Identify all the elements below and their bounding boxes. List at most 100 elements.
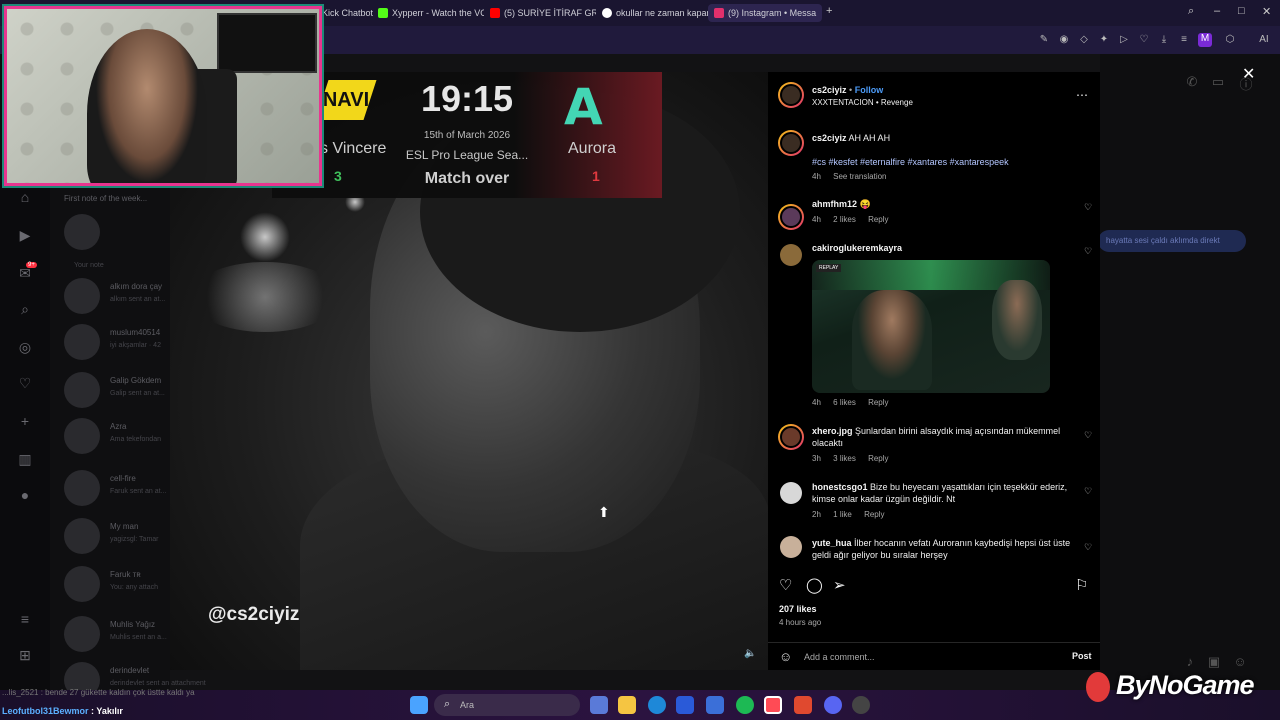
maximize-icon[interactable]: □	[1238, 5, 1245, 17]
caption-username[interactable]: cs2ciyiz	[812, 133, 847, 143]
reply-button[interactable]: Reply	[868, 398, 888, 407]
reply-button[interactable]: Reply	[868, 215, 888, 224]
share-icon[interactable]: ➢	[833, 576, 846, 594]
discord-icon[interactable]	[824, 696, 842, 714]
comment-likes[interactable]: 6 likes	[833, 398, 856, 407]
shield-icon[interactable]: ◇	[1078, 34, 1090, 46]
new-tab-plus-icon[interactable]: +	[826, 5, 832, 17]
list-item[interactable]: My man yagizsgl: Tamar	[64, 516, 174, 556]
like-comment-heart-icon[interactable]: ♡	[1084, 430, 1092, 441]
list-item[interactable]: Azra Ama tekefondan	[64, 416, 174, 456]
caption-avatar[interactable]	[778, 130, 804, 156]
see-translation-link[interactable]: See translation	[833, 172, 886, 181]
app-icon[interactable]	[590, 696, 608, 714]
comment-username[interactable]: honestcsgo1	[812, 482, 868, 492]
save-bookmark-icon[interactable]: ⚐	[1075, 576, 1088, 594]
reply-button[interactable]: Reply	[864, 510, 884, 519]
tab-suriye-itiraf[interactable]: (5) SURİYE İTİRAF GRUPLA	[484, 4, 596, 22]
comment-likes[interactable]: 3 likes	[833, 454, 856, 463]
tab-okullar[interactable]: okullar ne zaman kapanıy	[596, 4, 708, 22]
tab-xypperr-vod[interactable]: Xypperr - Watch the VOD	[372, 4, 484, 22]
comment-username[interactable]: yute_hua	[812, 538, 852, 548]
like-comment-heart-icon[interactable]: ♡	[1084, 202, 1092, 213]
opera-gx-icon[interactable]	[764, 696, 782, 714]
comment-username[interactable]: cakiroglukeremkayra	[812, 243, 902, 253]
play-icon[interactable]: ▷	[1118, 34, 1130, 46]
minimize-icon[interactable]: –	[1214, 5, 1220, 17]
like-comment-heart-icon[interactable]: ♡	[1084, 486, 1092, 497]
camera-icon[interactable]: ◉	[1058, 34, 1070, 46]
edit-icon[interactable]: ✎	[1038, 34, 1050, 46]
video-call-icon[interactable]: ▭	[1210, 74, 1226, 90]
comment-image[interactable]: REPLAY	[812, 260, 1050, 393]
extension-icon[interactable]: ✦	[1098, 34, 1110, 46]
list-item[interactable]: Galip Gökdem Galip sent an at...	[64, 370, 174, 410]
comment-username[interactable]: ahmfhm12	[812, 199, 857, 209]
windows-start-icon[interactable]	[410, 696, 428, 714]
explore-icon[interactable]: ◎	[16, 338, 34, 356]
follow-button[interactable]: Follow	[855, 85, 884, 95]
store-icon[interactable]	[676, 696, 694, 714]
bynogame-mark-icon	[1086, 672, 1110, 702]
search-icon[interactable]: ⌕	[1188, 5, 1194, 18]
audio-track[interactable]: XXXTENTACION • Revenge	[812, 97, 913, 109]
comment-likes[interactable]: 1 like	[833, 510, 852, 519]
download-icon[interactable]: ⤓	[1158, 34, 1170, 46]
dm-preview: Galip sent an at...	[110, 390, 165, 397]
comment-likes[interactable]: 2 likes	[833, 215, 856, 224]
tab-instagram[interactable]: (9) Instagram • Messa	[708, 4, 822, 22]
emoji-icon[interactable]: ☺	[779, 649, 792, 664]
comment-icon[interactable]: ◯	[806, 576, 823, 594]
mail-icon[interactable]	[706, 696, 724, 714]
profile-icon[interactable]: ●	[16, 486, 34, 504]
menu-icon[interactable]: ≡	[1178, 34, 1190, 46]
home-icon[interactable]: ⌂	[16, 188, 34, 206]
reels-icon[interactable]: ▶	[16, 226, 34, 244]
caption-hashtags[interactable]: #cs #kesfet #eternalfire #xantares #xant…	[812, 156, 1082, 168]
author-avatar[interactable]	[778, 82, 804, 108]
comment-username[interactable]: xhero.jpg	[812, 426, 853, 436]
like-comment-heart-icon[interactable]: ♡	[1084, 542, 1092, 553]
list-item[interactable]: Muhlis Yağız Muhlis sent an a...	[64, 614, 174, 654]
mute-icon[interactable]: 🔈	[744, 648, 756, 659]
apps-icon[interactable]: ⊞	[16, 646, 34, 664]
default-avatar-icon[interactable]	[780, 482, 802, 504]
like-heart-icon[interactable]: ♡	[779, 576, 792, 594]
comment-avatar[interactable]	[780, 536, 802, 558]
more-options-icon[interactable]: ⋯	[1076, 88, 1088, 102]
notifications-heart-icon[interactable]: ♡	[16, 374, 34, 392]
list-item[interactable]: alkım dora çay alkım sent an at...	[64, 276, 174, 316]
list-item[interactable]: First note of the week... Your note	[64, 194, 174, 269]
comment-avatar[interactable]	[778, 424, 804, 450]
more-menu-icon[interactable]: ≡	[16, 610, 34, 628]
comment-avatar[interactable]	[780, 244, 802, 266]
reply-button[interactable]: Reply	[868, 454, 888, 463]
tab-kick-chatbot[interactable]: Kick Chatbot	[316, 4, 374, 22]
edge-icon[interactable]	[648, 696, 666, 714]
obs-icon[interactable]	[852, 696, 870, 714]
spotify-icon[interactable]	[736, 696, 754, 714]
like-comment-heart-icon[interactable]: ♡	[1084, 246, 1092, 257]
comment-avatar[interactable]	[778, 204, 804, 230]
list-item[interactable]: Faruk ᴛʀ You: any attach	[64, 564, 174, 604]
create-plus-icon[interactable]: +	[16, 412, 34, 430]
profile-avatar-icon[interactable]: M	[1198, 33, 1212, 47]
close-window-icon[interactable]: ✕	[1262, 5, 1271, 18]
comment-input[interactable]	[804, 650, 1044, 664]
close-modal-icon[interactable]: ✕	[1242, 64, 1255, 84]
app-icon[interactable]	[794, 696, 812, 714]
caption-text: AH AH AH	[848, 133, 891, 143]
file-explorer-icon[interactable]	[618, 696, 636, 714]
post-comment-button[interactable]: Post	[1072, 651, 1092, 661]
list-item[interactable]: cell-fire Faruk sent an at...	[64, 468, 174, 508]
cube-icon[interactable]: ⬡	[1224, 34, 1236, 46]
taskbar-search[interactable]: ⌕ Ara	[434, 694, 580, 716]
insights-icon[interactable]: ▥	[16, 450, 34, 468]
list-item[interactable]: muslum40514 iyi akşamlar · 42	[64, 322, 174, 362]
ai-button[interactable]: AI	[1252, 34, 1276, 46]
search-icon[interactable]: ⌕	[16, 300, 34, 318]
phone-icon[interactable]: ✆	[1184, 74, 1200, 90]
heart-icon[interactable]: ♡	[1138, 34, 1150, 46]
author-username[interactable]: cs2ciyiz	[812, 85, 847, 95]
likes-count[interactable]: 207 likes	[779, 604, 817, 614]
